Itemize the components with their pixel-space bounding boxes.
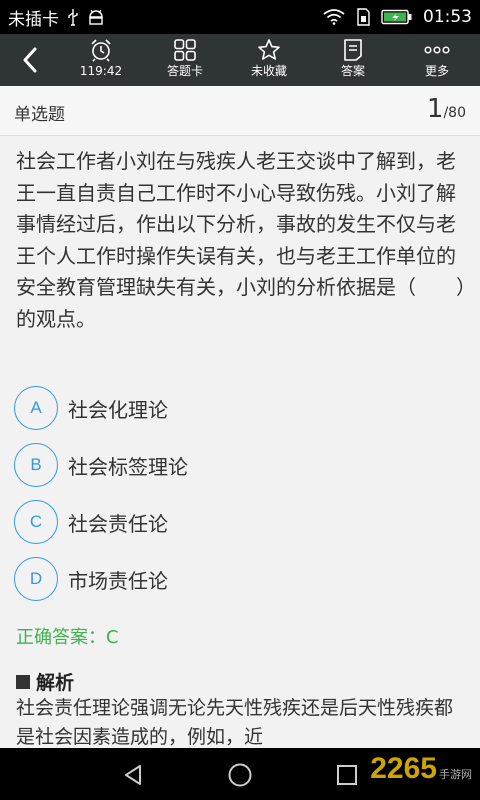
option-text: 社会标签理论: [68, 454, 188, 479]
option-c[interactable]: C 社会责任论: [14, 500, 168, 544]
usb-icon: [67, 8, 79, 26]
correct-answer: 正确答案：C: [16, 627, 119, 648]
back-triangle-icon: [125, 765, 141, 785]
question-stem: 社会工作者小刘在与残疾人老王交谈中了解到，老王一直自责自己工作时不小心导致伤残。…: [16, 149, 466, 331]
more-button[interactable]: 更多: [402, 37, 472, 85]
show-answer-label: 答案: [340, 64, 365, 78]
system-nav-bar: 2265 手游网: [0, 748, 480, 800]
home-circle-icon: [228, 763, 252, 787]
more-label: 更多: [424, 64, 449, 78]
nav-back-button[interactable]: [118, 760, 148, 790]
exam-toolbar: 119:42 答题卡 未收藏 答案 更多: [0, 34, 480, 86]
square-bullet-icon: [16, 674, 30, 689]
favorite-button[interactable]: 未收藏: [234, 37, 304, 85]
watermark-sub: 手游网: [439, 769, 472, 781]
question-counter: 1/80: [427, 94, 466, 124]
timer-label: 119:42: [79, 64, 123, 78]
option-text: 社会化理论: [68, 397, 168, 422]
option-letter: B: [14, 443, 58, 487]
document-icon: [342, 37, 364, 63]
back-arrow-icon: [23, 47, 37, 73]
sim-icon: [355, 8, 371, 26]
site-watermark: 2265 手游网: [370, 752, 472, 786]
option-text: 市场责任论: [68, 568, 168, 593]
alarm-clock-icon: [89, 37, 113, 63]
analysis-title: 解析: [36, 672, 75, 694]
battery-charging-icon: [381, 9, 413, 25]
question-content[interactable]: 社会工作者小刘在与残疾人老王交谈中了解到，老王一直自责自己工作时不小心导致伤残。…: [0, 136, 480, 748]
question-total: /80: [443, 105, 466, 121]
grid-icon: [173, 37, 197, 63]
favorite-label: 未收藏: [250, 64, 287, 78]
question-type: 单选题: [14, 105, 65, 125]
option-letter: D: [14, 557, 58, 601]
wifi-icon: [323, 9, 345, 25]
analysis-text: 社会责任理论强调无论先天性残疾还是后天性残疾都是社会因素造成的，例如，近: [16, 697, 454, 748]
question-current: 1: [426, 94, 444, 124]
answer-sheet-label: 答题卡: [166, 64, 203, 78]
recents-square-icon: [337, 765, 357, 785]
nav-recents-button[interactable]: [332, 760, 362, 790]
status-time: 01:53: [423, 7, 472, 27]
star-icon: [257, 37, 281, 63]
back-button[interactable]: [10, 42, 50, 78]
more-icon: [424, 37, 450, 63]
answer-sheet-button[interactable]: 答题卡: [150, 37, 220, 85]
analysis-heading: 解析: [16, 668, 74, 695]
option-b[interactable]: B 社会标签理论: [14, 443, 188, 487]
timer-button[interactable]: 119:42: [66, 37, 136, 85]
option-a[interactable]: A 社会化理论: [14, 386, 168, 430]
option-text: 社会责任论: [68, 511, 168, 536]
question-header: 单选题 1/80: [0, 86, 480, 136]
status-bar: 未插卡 01:53: [0, 0, 480, 34]
carrier-label: 未插卡: [8, 9, 59, 30]
watermark-text: 2265: [370, 752, 437, 785]
option-letter: A: [14, 386, 58, 430]
option-d[interactable]: D 市场责任论: [14, 557, 168, 601]
option-letter: C: [14, 500, 58, 544]
android-debug-icon: [87, 9, 105, 25]
show-answer-button[interactable]: 答案: [318, 37, 388, 85]
nav-home-button[interactable]: [225, 760, 255, 790]
